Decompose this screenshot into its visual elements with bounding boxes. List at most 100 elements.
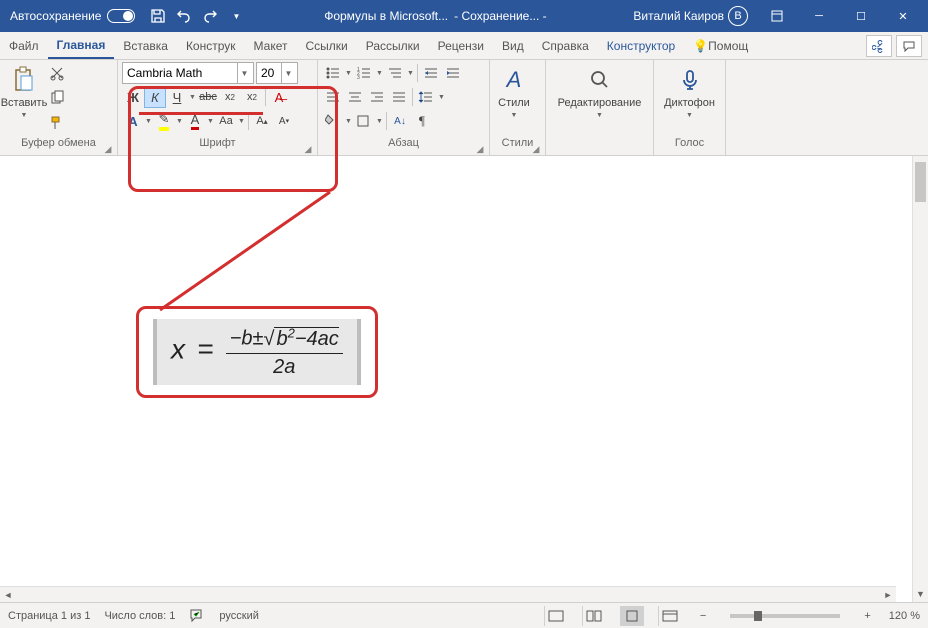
search-icon <box>586 66 614 94</box>
tab-view[interactable]: Вид <box>493 32 533 59</box>
maximize-button[interactable]: ☐ <box>840 0 882 32</box>
superscript-button[interactable]: x2 <box>241 86 263 108</box>
font-name-combo[interactable]: ▼ <box>122 62 254 84</box>
scroll-left-icon[interactable]: ◄ <box>0 587 16 602</box>
justify-button[interactable] <box>388 86 410 108</box>
scroll-down-icon[interactable]: ▼ <box>913 586 928 602</box>
tab-mailings[interactable]: Рассылки <box>357 32 429 59</box>
user-account[interactable]: Виталий Каиров В <box>625 6 756 26</box>
tell-me[interactable]: 💡 Помощ <box>684 32 757 59</box>
ribbon-options-button[interactable] <box>756 0 798 32</box>
borders-button[interactable] <box>353 110 375 132</box>
dialog-launcher-icon[interactable]: ◢ <box>475 144 485 154</box>
show-marks-button[interactable]: ¶ <box>411 110 433 132</box>
web-layout-button[interactable] <box>658 606 682 626</box>
language-indicator[interactable]: русский <box>219 610 258 622</box>
tab-references[interactable]: Ссылки <box>296 32 356 59</box>
styles-button[interactable]: A Стили ▼ <box>494 62 534 132</box>
shrink-font-button[interactable]: A▾ <box>273 110 295 132</box>
shading-button[interactable] <box>322 110 344 132</box>
user-name: Виталий Каиров <box>633 9 724 23</box>
format-painter-button[interactable] <box>46 112 68 134</box>
page-indicator[interactable]: Страница 1 из 1 <box>8 610 90 622</box>
document-title: Формулы в Microsoft... <box>324 9 448 23</box>
scrollbar-thumb[interactable] <box>915 162 926 202</box>
increase-indent-button[interactable] <box>442 62 464 84</box>
scroll-right-icon[interactable]: ► <box>880 587 896 602</box>
bullets-button[interactable] <box>322 62 344 84</box>
svg-text:3: 3 <box>357 75 360 80</box>
tab-design[interactable]: Конструк <box>177 32 245 59</box>
sort-button[interactable]: А↓ <box>389 110 411 132</box>
tab-review[interactable]: Рецензи <box>429 32 493 59</box>
tab-insert[interactable]: Вставка <box>114 32 177 59</box>
chevron-down-icon: ▼ <box>21 112 29 119</box>
word-count[interactable]: Число слов: 1 <box>104 610 175 622</box>
dictate-button[interactable]: Диктофон ▼ <box>658 62 721 132</box>
font-size-combo[interactable]: ▼ <box>256 62 298 84</box>
cut-button[interactable] <box>46 62 68 84</box>
dialog-launcher-icon[interactable]: ◢ <box>531 144 541 154</box>
tab-home[interactable]: Главная <box>48 32 115 59</box>
align-left-button[interactable] <box>322 86 344 108</box>
tab-layout[interactable]: Макет <box>245 32 297 59</box>
editing-button[interactable]: Редактирование ▼ <box>550 62 649 132</box>
save-status: - Сохранение... - <box>454 9 547 23</box>
zoom-slider[interactable] <box>730 614 840 618</box>
minimize-button[interactable]: ─ <box>798 0 840 32</box>
equation-object[interactable]: x = −b±b2−4ac 2a <box>153 319 361 385</box>
subscript-button[interactable]: x2 <box>219 86 241 108</box>
undo-icon[interactable] <box>175 7 193 25</box>
clear-formatting-button[interactable]: A̶ <box>268 86 290 108</box>
align-center-button[interactable] <box>344 86 366 108</box>
horizontal-scrollbar[interactable]: ◄ ► <box>0 586 896 602</box>
align-right-button[interactable] <box>366 86 388 108</box>
comments-button[interactable] <box>896 35 922 57</box>
clipboard-icon <box>10 66 38 94</box>
line-spacing-button[interactable] <box>415 86 437 108</box>
close-button[interactable]: ✕ <box>882 0 924 32</box>
tab-equation-tools[interactable]: Конструктор <box>598 32 684 59</box>
paste-button[interactable]: Вставить ▼ <box>4 62 44 132</box>
share-button[interactable] <box>866 35 892 57</box>
font-name-input[interactable] <box>123 63 237 83</box>
numbering-button[interactable]: 123 <box>353 62 375 84</box>
document-page[interactable]: x = −b±b2−4ac 2a ◄ ► <box>0 156 912 602</box>
focus-mode-button[interactable] <box>544 606 568 626</box>
vertical-scrollbar[interactable]: ▲ ▼ <box>912 156 928 602</box>
dialog-launcher-icon[interactable]: ◢ <box>103 144 113 154</box>
zoom-level[interactable]: 120 % <box>889 610 920 622</box>
underline-button[interactable]: Ч <box>166 86 188 108</box>
group-font: ▼ ▼ Ж К Ч▼ abc x2 x2 A̶ A▼ ✎▼ A▼ <box>118 60 318 155</box>
group-voice: Диктофон ▼ Голос <box>654 60 726 155</box>
bold-button[interactable]: Ж <box>122 86 144 108</box>
multilevel-list-button[interactable] <box>384 62 406 84</box>
microphone-icon <box>676 66 704 94</box>
document-area: x = −b±b2−4ac 2a ◄ ► ▲ ▼ <box>0 156 928 602</box>
tab-help[interactable]: Справка <box>533 32 598 59</box>
tab-file[interactable]: Файл <box>0 32 48 59</box>
zoom-out-button[interactable]: − <box>696 610 710 622</box>
autosave-toggle[interactable] <box>107 9 135 23</box>
redo-icon[interactable] <box>201 7 219 25</box>
group-styles: A Стили ▼ Стили◢ <box>490 60 546 155</box>
group-clipboard: Вставить ▼ Буфер обмена◢ <box>0 60 118 155</box>
zoom-in-button[interactable]: + <box>860 610 874 622</box>
ribbon: Вставить ▼ Буфер обмена◢ ▼ ▼ <box>0 60 928 156</box>
title-bar: Автосохранение ▼ Формулы в Microsoft... … <box>0 0 928 32</box>
chevron-down-icon[interactable]: ▼ <box>281 63 295 83</box>
strikethrough-button[interactable]: abc <box>197 86 219 108</box>
font-size-input[interactable] <box>257 63 281 83</box>
read-mode-button[interactable] <box>582 606 606 626</box>
qat-dropdown-icon[interactable]: ▼ <box>227 7 245 25</box>
decrease-indent-button[interactable] <box>420 62 442 84</box>
save-icon[interactable] <box>149 7 167 25</box>
chevron-down-icon[interactable]: ▼ <box>237 63 251 83</box>
spellcheck-icon[interactable] <box>189 608 205 624</box>
styles-icon: A <box>500 66 528 94</box>
copy-button[interactable] <box>46 87 68 109</box>
italic-button[interactable]: К <box>144 86 166 108</box>
dialog-launcher-icon[interactable]: ◢ <box>303 144 313 154</box>
print-layout-button[interactable] <box>620 606 644 626</box>
annotation-font-underline <box>139 112 263 115</box>
